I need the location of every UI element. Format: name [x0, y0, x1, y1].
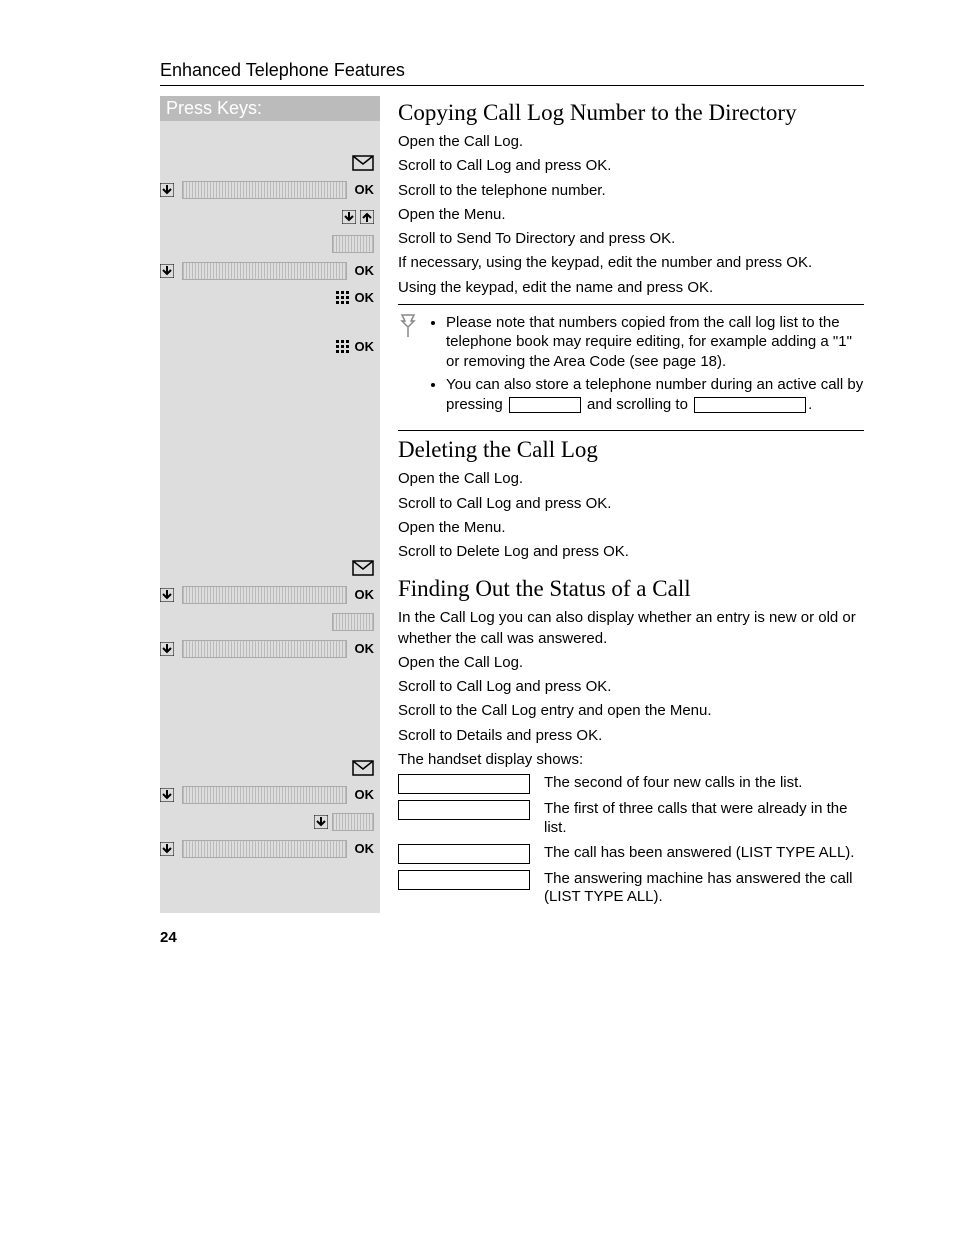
key-row-envelope	[160, 754, 380, 781]
envelope-icon	[352, 760, 374, 776]
arrow-down-icon	[314, 815, 328, 829]
step: Open the Menu.	[398, 518, 864, 538]
press-keys-title: Press Keys:	[160, 96, 380, 121]
display-box-placeholder	[398, 800, 530, 820]
status-row: The second of four new calls in the list…	[398, 774, 864, 794]
display-box-placeholder	[398, 774, 530, 794]
step: Scroll to Details and press OK.	[398, 726, 864, 746]
two-column-layout: Press Keys: OK	[160, 96, 864, 913]
status-desc: The first of three calls that were alrea…	[544, 800, 864, 838]
blank-key-placeholder	[694, 397, 806, 413]
key-row-hatched-small	[160, 608, 380, 635]
hatched-field	[182, 786, 347, 804]
manual-page: Enhanced Telephone Features Press Keys: …	[0, 0, 954, 986]
arrow-down-icon	[160, 588, 174, 602]
hatched-field-small	[332, 813, 374, 831]
arrow-down-icon	[160, 842, 174, 856]
key-row-keypad-ok: OK	[160, 284, 380, 311]
step: Scroll to Send To Directory and press OK…	[398, 229, 864, 249]
hatched-field	[182, 262, 347, 280]
arrow-down-icon	[342, 210, 356, 224]
hatched-field-small	[332, 235, 374, 253]
ok-label: OK	[355, 339, 375, 354]
step: Open the Call Log.	[398, 132, 864, 152]
ok-label: OK	[355, 290, 375, 305]
hatched-field	[182, 586, 347, 604]
header-rule	[160, 85, 864, 86]
hatched-field	[182, 181, 347, 199]
key-row-down-ok: OK	[160, 835, 380, 862]
key-row-down-ok: OK	[160, 257, 380, 284]
key-row-keypad-ok: OK	[160, 333, 380, 360]
arrow-down-icon	[160, 642, 174, 656]
section-title-deleting: Deleting the Call Log	[398, 437, 864, 463]
step: If necessary, using the keypad, edit the…	[398, 253, 864, 273]
note-block: Please note that numbers copied from the…	[398, 311, 864, 425]
note-list: Please note that numbers copied from the…	[428, 313, 864, 419]
status-row: The answering machine has answered the c…	[398, 870, 864, 908]
arrow-down-icon	[160, 788, 174, 802]
status-desc: The second of four new calls in the list…	[544, 774, 802, 794]
note-item: You can also store a telephone number du…	[446, 375, 864, 414]
note-bottom-rule	[398, 430, 864, 431]
step: Scroll to Call Log and press OK.	[398, 494, 864, 514]
blank-key-placeholder	[509, 397, 581, 413]
key-row-hatched-small	[160, 230, 380, 257]
running-head: Enhanced Telephone Features	[160, 60, 864, 81]
display-box-placeholder	[398, 844, 530, 864]
arrow-down-icon	[160, 264, 174, 278]
ok-label: OK	[355, 182, 375, 197]
status-row: The call has been answered (LIST TYPE AL…	[398, 844, 864, 864]
note-top-rule	[398, 304, 864, 305]
key-row-envelope	[160, 149, 380, 176]
step: Open the Call Log.	[398, 653, 864, 673]
key-row-down-hatched	[160, 808, 380, 835]
step: Open the Menu.	[398, 205, 864, 225]
ok-label: OK	[355, 587, 375, 602]
keypad-icon	[335, 339, 351, 355]
note-item-text-b: and scrolling to	[583, 396, 692, 413]
envelope-icon	[352, 155, 374, 171]
page-number: 24	[160, 929, 864, 946]
step: Scroll to Call Log and press OK.	[398, 677, 864, 697]
key-row-down-ok: OK	[160, 635, 380, 662]
step: The handset display shows:	[398, 750, 864, 770]
hatched-field-small	[332, 613, 374, 631]
intro-text: In the Call Log you can also display whe…	[398, 608, 864, 649]
status-desc: The answering machine has answered the c…	[544, 870, 864, 908]
step: Scroll to the telephone number.	[398, 181, 864, 201]
key-row-down-ok: OK	[160, 781, 380, 808]
note-item-period: .	[808, 396, 812, 413]
description-column: Copying Call Log Number to the Directory…	[380, 96, 864, 913]
section-title-status: Finding Out the Status of a Call	[398, 576, 864, 602]
display-box-placeholder	[398, 870, 530, 890]
arrow-up-icon	[360, 210, 374, 224]
key-row-down-ok: OK	[160, 581, 380, 608]
hatched-field	[182, 840, 347, 858]
step: Using the keypad, edit the name and pres…	[398, 278, 864, 298]
ok-label: OK	[355, 263, 375, 278]
envelope-icon	[352, 560, 374, 576]
ok-label: OK	[355, 641, 375, 656]
section-title-copying: Copying Call Log Number to the Directory	[398, 100, 864, 126]
keypad-icon	[335, 290, 351, 306]
ok-label: OK	[355, 841, 375, 856]
note-item: Please note that numbers copied from the…	[446, 313, 864, 372]
step: Open the Call Log.	[398, 469, 864, 489]
arrow-down-icon	[160, 183, 174, 197]
step: Scroll to Delete Log and press OK.	[398, 542, 864, 562]
key-row-down-ok: OK	[160, 176, 380, 203]
key-row-envelope	[160, 554, 380, 581]
hatched-field	[182, 640, 347, 658]
pushpin-icon	[398, 313, 418, 419]
status-desc: The call has been answered (LIST TYPE AL…	[544, 844, 854, 864]
status-table: The second of four new calls in the list…	[398, 774, 864, 907]
step: Scroll to the Call Log entry and open th…	[398, 701, 864, 721]
press-keys-column: Press Keys: OK	[160, 96, 380, 913]
status-row: The first of three calls that were alrea…	[398, 800, 864, 838]
step: Scroll to Call Log and press OK.	[398, 156, 864, 176]
ok-label: OK	[355, 787, 375, 802]
key-row-down-up	[160, 203, 380, 230]
